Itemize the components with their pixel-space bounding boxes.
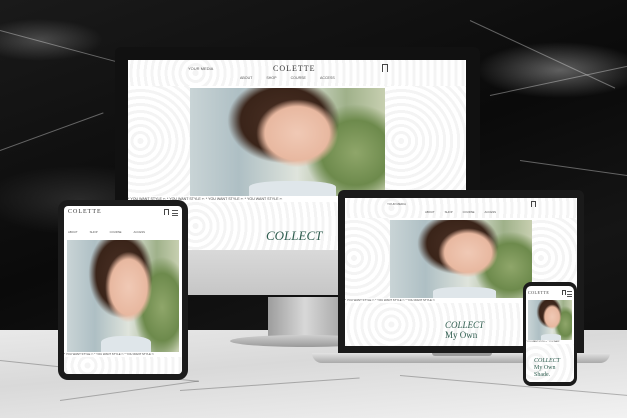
footer-pattern <box>64 357 182 374</box>
nav-course[interactable]: COURSE <box>291 76 306 80</box>
nav-course[interactable]: COURSE <box>463 210 475 214</box>
nav-access[interactable]: ACCESS <box>320 76 335 80</box>
site-logo[interactable]: COLETTE <box>273 64 316 73</box>
header-pattern <box>345 198 577 218</box>
tablet-website: COLETTE ABOUT SHOP COURSE ACCESS * YOU W… <box>64 206 182 374</box>
hero-photo <box>190 88 385 196</box>
site-logo[interactable]: COLETTE <box>68 209 102 215</box>
menu-icon[interactable] <box>172 210 178 218</box>
marble-vein <box>0 112 104 151</box>
nav-about[interactable]: ABOUT <box>240 76 252 80</box>
hero-subtitle: My Own <box>534 365 556 371</box>
top-link[interactable]: YOUR MEDIA <box>188 66 213 71</box>
hero-title: COLLECT <box>445 320 485 330</box>
hero-photo <box>67 240 179 352</box>
laptop-notch <box>432 353 492 356</box>
bookmark-icon[interactable] <box>164 209 169 215</box>
laptop-nav: ABOUT SHOP COURSE ACCESS <box>425 210 496 214</box>
side-pattern <box>385 86 466 196</box>
site-logo[interactable]: COLETTE <box>528 290 549 295</box>
nav-shop[interactable]: SHOP <box>90 230 98 234</box>
hero-title: COLLECT <box>266 228 323 243</box>
nav-course[interactable]: COURSE <box>110 230 122 234</box>
nav-shop[interactable]: SHOP <box>445 210 453 214</box>
hero-photo <box>528 300 572 340</box>
nav-shop[interactable]: SHOP <box>266 76 276 80</box>
hero-subtitle: My Own <box>445 330 478 340</box>
top-link[interactable]: YOUR MEDIA <box>387 202 406 206</box>
mockup-scene: COLETTE YOUR MEDIA ABOUT SHOP COURSE ACC… <box>0 0 627 418</box>
nav-about[interactable]: ABOUT <box>425 210 435 214</box>
bookmark-icon[interactable] <box>562 290 566 295</box>
nav-about[interactable]: ABOUT <box>68 230 78 234</box>
tablet-nav: ABOUT SHOP COURSE ACCESS <box>68 230 145 234</box>
marble-vein <box>489 65 627 96</box>
marble-vein <box>469 20 616 89</box>
marble-vein <box>0 30 117 63</box>
desktop-nav: ABOUT SHOP COURSE ACCESS <box>240 76 335 80</box>
marble-vein <box>519 160 627 177</box>
side-pattern <box>345 218 390 298</box>
phone-website: COLETTE * YOU WANT STYLE ✂ * YOU WANT CO… <box>526 286 574 382</box>
hero-title: COLLECT <box>534 358 561 364</box>
hero-photo <box>390 220 532 298</box>
nav-access[interactable]: ACCESS <box>485 210 497 214</box>
hero-subtitle-2: Shade. <box>534 372 551 378</box>
bookmark-icon[interactable] <box>531 201 536 207</box>
menu-icon[interactable] <box>567 291 572 299</box>
nav-access[interactable]: ACCESS <box>134 230 146 234</box>
side-pattern <box>128 86 190 196</box>
bookmark-icon[interactable] <box>382 64 388 72</box>
